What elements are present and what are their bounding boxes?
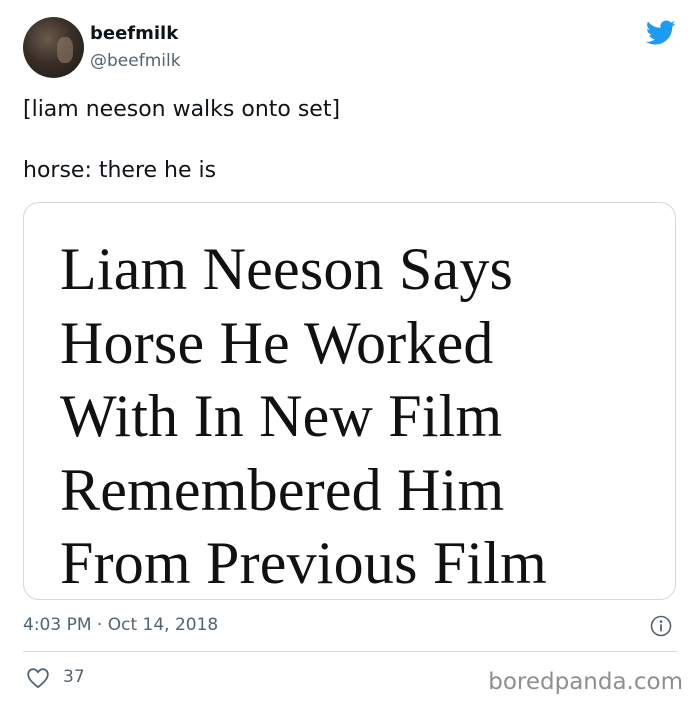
- headline-line: Horse He Worked: [60, 309, 494, 376]
- author-handle[interactable]: @beefmilk: [90, 51, 181, 71]
- headline-line: Remembered Him: [60, 456, 505, 523]
- timestamp-separator: ·: [96, 615, 103, 635]
- tweet-text-line-1: [liam neeson walks onto set]: [23, 97, 341, 122]
- divider: [23, 651, 677, 652]
- author-display-name[interactable]: beefmilk: [90, 23, 178, 45]
- tweet-time: 4:03 PM: [23, 615, 92, 635]
- avatar-highlight: [57, 37, 73, 63]
- like-count: 37: [63, 667, 85, 687]
- embedded-image-card[interactable]: Liam Neeson Says Horse He Worked With In…: [23, 202, 676, 600]
- info-icon[interactable]: [650, 615, 672, 637]
- headline-line: With In New Film: [60, 383, 503, 449]
- watermark: boredpanda.com: [488, 669, 683, 695]
- avatar[interactable]: [23, 17, 84, 78]
- twitter-bird-icon[interactable]: [646, 20, 676, 46]
- tweet-text-line-2: horse: there he is: [23, 158, 217, 183]
- tweet-timestamp[interactable]: 4:03 PM · Oct 14, 2018: [23, 614, 218, 636]
- heart-icon[interactable]: [26, 667, 50, 689]
- headline-image-text: Liam Neeson Says Horse He Worked With In…: [60, 233, 547, 599]
- headline-line: Liam Neeson Says: [60, 236, 514, 302]
- tweet-date: Oct 14, 2018: [107, 615, 219, 635]
- headline-line: From Previous Film: [60, 530, 547, 596]
